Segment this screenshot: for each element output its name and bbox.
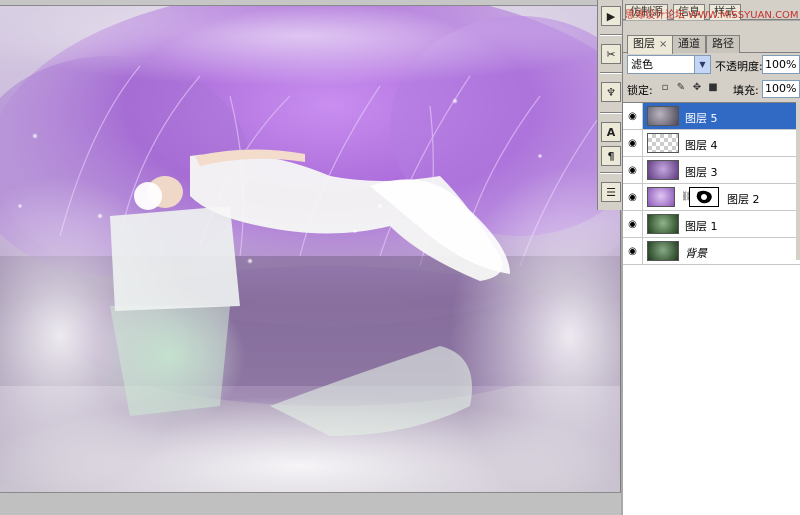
layer-row[interactable]: ◉ ⛓ 图层 2 <box>623 184 800 211</box>
visibility-toggle[interactable]: ◉ <box>623 184 643 210</box>
photoshop-window: ▶ ✂ ♆ A ¶ ☰ 仿制源 信息 样式 思缘设计论坛 WWW.MISSYUA… <box>0 0 800 515</box>
eye-icon: ◉ <box>628 137 637 149</box>
mask-shape <box>696 190 712 204</box>
opacity-label: 不透明度: <box>715 60 763 73</box>
layer-comps-icon: ☰ <box>606 185 616 199</box>
lock-transparent-icon[interactable]: ▫ <box>659 82 671 94</box>
play-icon: ▶ <box>606 9 616 23</box>
layer-thumbnail <box>647 160 679 180</box>
layer-name: 图层 3 <box>685 166 718 179</box>
layer-name: 图层 5 <box>685 112 718 125</box>
lock-row: 锁定: ▫ ✎ ✥ ■ 填充: 100% <box>627 80 800 98</box>
layer-thumbnail <box>647 187 675 207</box>
layer-comps-button[interactable]: ☰ <box>601 182 621 202</box>
tab-channels-label: 通道 <box>678 37 700 50</box>
document-window <box>0 0 621 515</box>
brush-tools-icon: ✂ <box>606 47 616 61</box>
layer-row[interactable]: ◉ 背景 <box>623 238 800 265</box>
artwork-illustration <box>0 6 620 492</box>
tab-paths-label: 路径 <box>712 37 734 50</box>
dock-separator <box>600 72 622 74</box>
layers-panel: 图层 × 通道 路径 滤色 ▼ 不透明度: 100% 锁定: ▫ ✎ ✥ ■ 填充… <box>623 21 800 515</box>
layer-thumbnail <box>647 133 679 153</box>
tab-layers-label: 图层 <box>633 37 655 50</box>
visibility-toggle[interactable]: ◉ <box>623 211 643 237</box>
layer-name: 图层 4 <box>685 139 718 152</box>
dock-separator <box>600 34 622 36</box>
visibility-toggle[interactable]: ◉ <box>623 130 643 156</box>
tab-paths[interactable]: 路径 <box>706 35 740 53</box>
lock-all-icon[interactable]: ■ <box>707 82 719 94</box>
layer-mask-thumbnail[interactable] <box>689 187 719 207</box>
visibility-toggle[interactable]: ◉ <box>623 238 643 264</box>
paragraph-icon: ¶ <box>607 149 615 163</box>
layer-row[interactable]: ◉ 图层 3 <box>623 157 800 184</box>
eye-icon: ◉ <box>628 164 637 176</box>
eye-icon: ◉ <box>628 110 637 122</box>
canvas-artwork[interactable] <box>0 6 620 492</box>
actions-panel-button[interactable]: ▶ <box>601 6 621 26</box>
eye-icon: ◉ <box>628 218 637 230</box>
clone-stamp-icon: ♆ <box>606 85 616 99</box>
visibility-toggle[interactable]: ◉ <box>623 103 643 129</box>
blend-row: 滤色 ▼ 不透明度: 100% <box>627 55 800 75</box>
eye-icon: ◉ <box>628 245 637 257</box>
layer-thumbnail <box>647 214 679 234</box>
eye-icon: ◉ <box>628 191 637 203</box>
layer-list: ◉ 图层 5 ◉ 图层 4 ◉ 图层 3 ◉ ⛓ 图层 2 ◉ 图层 1 ◉ 背… <box>623 102 800 515</box>
canvas-status-area <box>0 492 621 515</box>
layer-name: 背景 <box>685 247 707 260</box>
layer-name: 图层 2 <box>727 193 760 206</box>
fill-label: 填充: <box>733 84 759 97</box>
close-icon[interactable]: × <box>659 39 667 50</box>
panel-tab-bar: 图层 × 通道 路径 <box>623 33 800 54</box>
layer-row[interactable]: ◉ 图层 5 <box>623 103 800 130</box>
watermark-text: 思缘设计论坛 WWW.MISSYUAN.COM <box>625 10 799 21</box>
visibility-toggle[interactable]: ◉ <box>623 157 643 183</box>
lock-paint-icon[interactable]: ✎ <box>675 82 687 94</box>
clone-source-button[interactable]: ♆ <box>601 82 621 102</box>
layer-name: 图层 1 <box>685 220 718 233</box>
lock-move-icon[interactable]: ✥ <box>691 82 703 94</box>
character-icon: A <box>606 125 616 139</box>
blend-mode-select[interactable]: 滤色 ▼ <box>627 55 711 74</box>
layer-thumbnail <box>647 241 679 261</box>
layer-row[interactable]: ◉ 图层 4 <box>623 130 800 157</box>
dock-separator <box>600 112 622 114</box>
tab-channels[interactable]: 通道 <box>672 35 706 53</box>
layer-row[interactable]: ◉ 图层 1 <box>623 211 800 238</box>
collapsed-panel-dock: ▶ ✂ ♆ A ¶ ☰ <box>597 0 623 210</box>
tab-layers[interactable]: 图层 × <box>627 35 674 54</box>
layer-thumbnail <box>647 106 679 126</box>
chevron-down-icon[interactable]: ▼ <box>694 56 710 73</box>
dock-separator <box>600 172 622 174</box>
fill-input[interactable]: 100% <box>762 80 800 98</box>
lock-label: 锁定: <box>627 84 653 97</box>
blend-mode-value: 滤色 <box>631 58 653 71</box>
paragraph-panel-button[interactable]: ¶ <box>601 146 621 166</box>
panel-scrollbar[interactable] <box>796 100 800 260</box>
opacity-input[interactable]: 100% <box>762 55 800 74</box>
brushes-panel-button[interactable]: ✂ <box>601 44 621 64</box>
character-panel-button[interactable]: A <box>601 122 621 142</box>
